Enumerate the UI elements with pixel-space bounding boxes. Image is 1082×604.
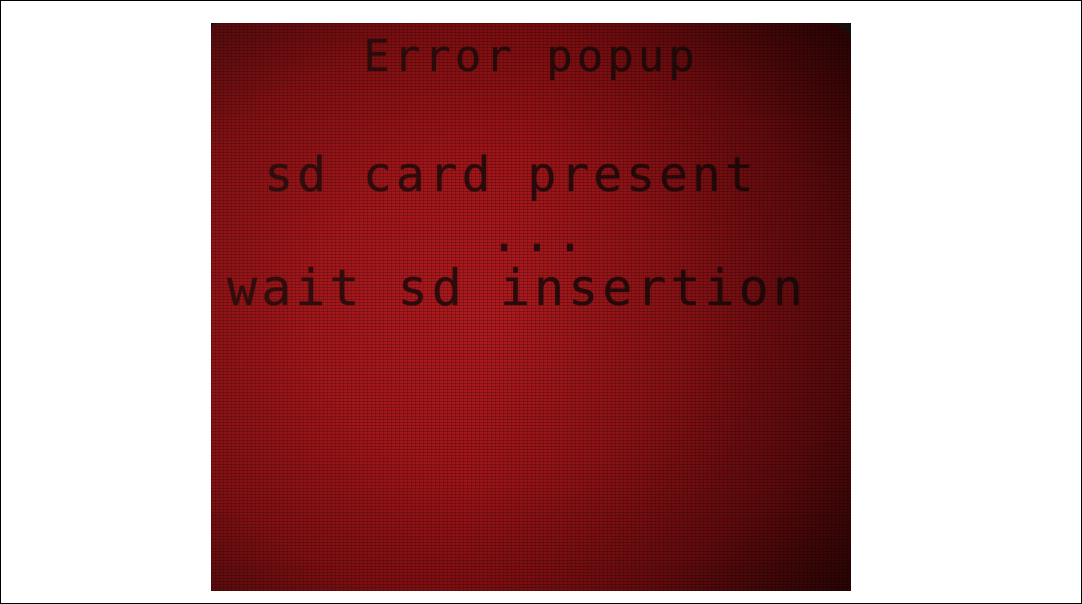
popup-title: Error popup [363, 31, 699, 82]
lcd-photo: Error popup sd card present ... wait sd … [211, 23, 851, 591]
popup-message-ellipsis: ... [489, 207, 589, 263]
popup-message-line-1: sd card present [264, 147, 758, 203]
popup-message-line-2: wait sd insertion [227, 259, 807, 317]
figure-frame: Error popup sd card present ... wait sd … [0, 0, 1082, 604]
lcd-screen: Error popup sd card present ... wait sd … [211, 23, 851, 591]
